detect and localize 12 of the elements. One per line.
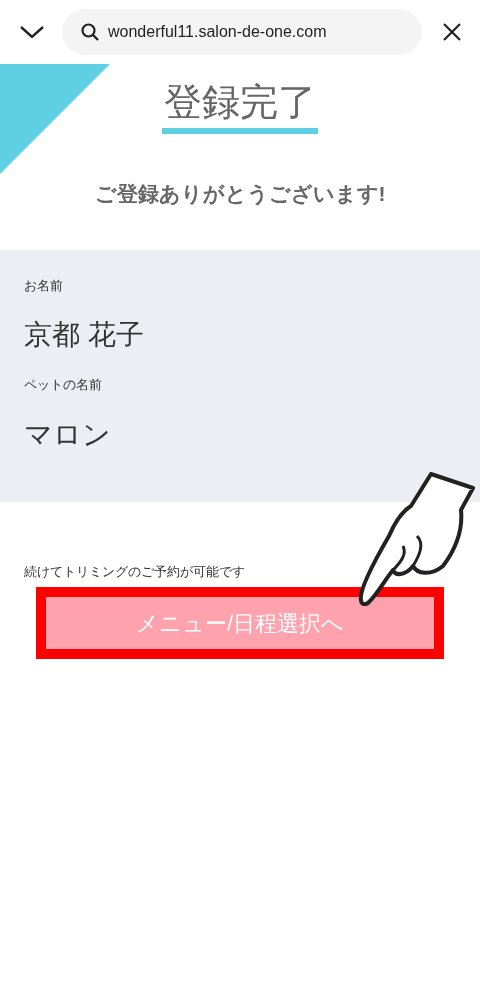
field-label: ペットの名前	[24, 376, 103, 394]
address-bar[interactable]: wonderful11.salon-de-one.com	[62, 9, 422, 55]
search-icon	[80, 22, 100, 42]
field-value: 京都 花子	[24, 318, 145, 352]
page-title: 登録完了	[162, 78, 318, 134]
thank-you-message: ご登録ありがとうございます!	[94, 181, 386, 208]
chevron-down-icon[interactable]	[18, 24, 46, 40]
field-label: お名前	[24, 276, 64, 295]
field-value: マロン	[24, 417, 112, 452]
url-text: wonderful11.salon-de-one.com	[108, 22, 327, 42]
close-icon[interactable]	[442, 22, 462, 42]
note-text: 続けてトリミングのご予約が可能です	[23, 562, 246, 581]
